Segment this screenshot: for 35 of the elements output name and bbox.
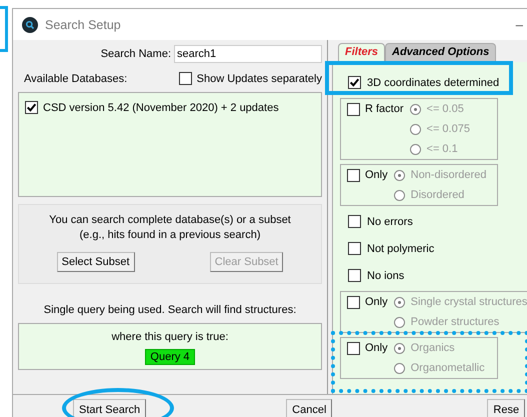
option-label: Single crystal structures (410, 296, 527, 308)
filter-label: Not polymeric (367, 242, 434, 254)
option-label: <= 0.05 (426, 103, 464, 115)
query-caption: Single query being used. Search will find structures: (42, 303, 298, 318)
subset-button[interactable]: Select Subset (56, 252, 134, 272)
query-badge[interactable]: Query 4 (145, 349, 195, 365)
databases-label: Available Databases: (24, 72, 128, 84)
database-item[interactable]: CSD version 5.42 (November 2020) + 2 updates (43, 102, 279, 114)
option-label: <= 0.075 (426, 123, 470, 135)
footer-button[interactable]: Cancel (286, 399, 332, 417)
query-text: where this query is true: (112, 330, 228, 345)
option-label: Disordered (410, 189, 464, 201)
footer-button[interactable]: Start Search (73, 399, 146, 417)
filter-label: No errors (367, 216, 413, 228)
filter-label: 3D coordinates determined (367, 76, 500, 88)
tab[interactable]: Filters (338, 43, 386, 62)
search-name-label: Search Name: (100, 48, 171, 60)
show-updates-label: Show Updates separately (196, 72, 322, 84)
footer-button[interactable]: Rese (487, 399, 526, 417)
option-label: Organics (410, 342, 455, 354)
filter-label: Only (365, 296, 388, 308)
option-label: Non-disordered (410, 169, 486, 181)
option-label: <= 0.1 (426, 143, 458, 155)
tab[interactable]: Advanced Options (385, 43, 496, 62)
search-name-field[interactable]: search1 (174, 45, 322, 63)
filter-label: Only (365, 342, 388, 354)
subset-text: You can search complete database(s) or a subset (49, 213, 291, 228)
option-label: Organometallic (410, 362, 485, 374)
filter-label: R factor (365, 103, 404, 115)
option-label: Powder structures (410, 316, 500, 328)
window-title: Search Setup (45, 18, 122, 32)
filter-label: No ions (367, 270, 404, 282)
minimize-button[interactable]: – (516, 17, 523, 32)
subset-hint: (e.g., hits found in a previous search) (80, 228, 260, 243)
filter-label: Only (365, 169, 388, 181)
